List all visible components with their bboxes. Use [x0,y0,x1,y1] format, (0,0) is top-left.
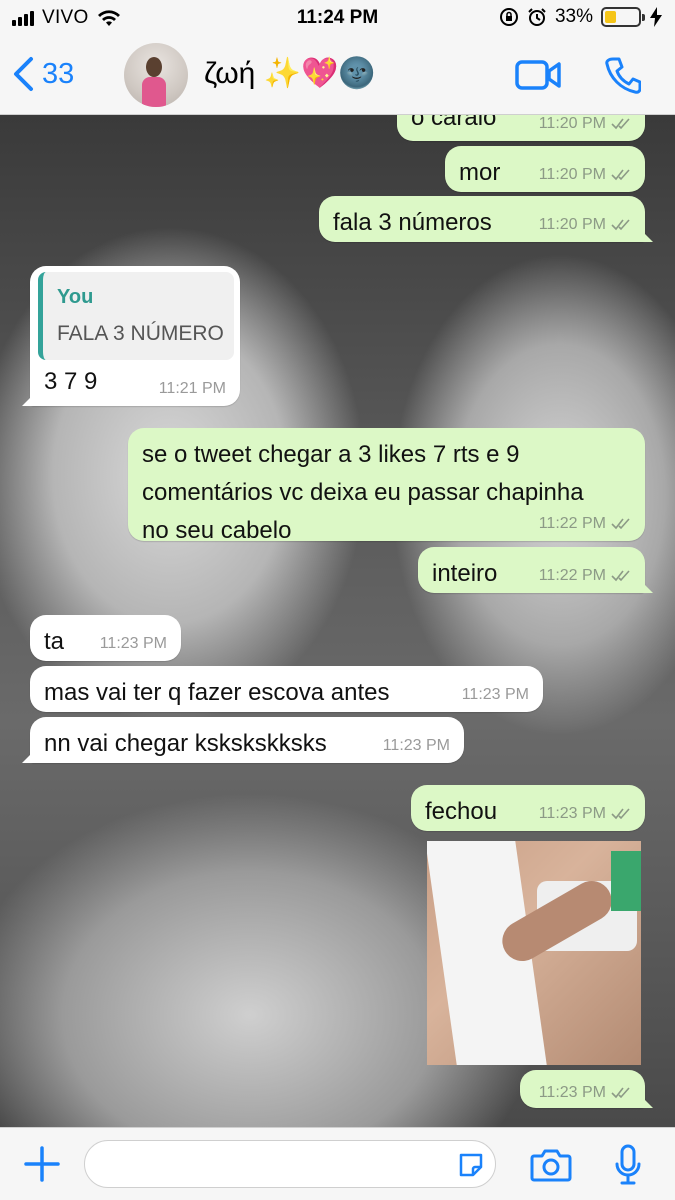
message-text: fala 3 números [333,209,492,236]
back-chevron-icon [14,57,33,91]
back-button[interactable]: 33 [12,56,74,92]
message-line: se o tweet chegar a 3 likes 7 rts e 9 [142,441,520,468]
message-time: 11:22 PM [538,567,606,584]
unread-count: 33 [42,57,75,90]
rotation-lock-icon [499,8,518,26]
message-bubble[interactable]: nn vai chegar kskskskksks 11:23 PM [30,717,464,763]
message-time: 11:20 PM [538,216,606,233]
double-check-icon [611,118,630,130]
quoted-message[interactable]: You FALA 3 NÚMERO [38,272,234,360]
message-text: mor [459,159,501,186]
mic-icon[interactable] [614,1144,642,1186]
message-input-wrapper[interactable] [84,1140,496,1188]
message-line: comentários vc deixa eu passar chapinha [142,479,584,506]
message-bubble[interactable]: mor 11:20 PM [445,146,645,192]
message-bubble[interactable]: fechou 11:23 PM [411,785,645,831]
message-time: 11:20 PM [538,115,606,132]
alarm-icon [528,8,546,26]
message-text: se o tweet chegar a 3 likes 7 rts e 9 co… [142,436,584,550]
double-check-icon [611,219,630,231]
message-bubble[interactable]: fala 3 números 11:20 PM [319,196,645,242]
double-check-icon [611,570,630,582]
message-text: fechou [425,798,498,825]
quote-author: You [57,286,94,308]
battery-percent: 33% [554,6,593,27]
photo-message[interactable] [427,841,641,1065]
message-text: 3 7 9 [44,368,98,395]
message-time: 11:23 PM [461,686,529,703]
video-call-icon[interactable] [515,59,561,91]
message-time: 11:23 PM [382,737,450,754]
message-text: nn vai chegar kskskskksks [44,730,327,757]
message-bubble[interactable]: inteiro 11:22 PM [418,547,645,593]
double-check-icon [611,169,630,181]
message-line: no seu cabelo [142,517,292,544]
message-bubble[interactable]: se o tweet chegar a 3 likes 7 rts e 9 co… [128,428,645,544]
message-input[interactable] [103,1141,443,1187]
message-time: 11:20 PM [538,166,606,183]
double-check-icon [611,1087,630,1099]
message-bubble[interactable]: You FALA 3 NÚMERO 3 7 9 11:21 PM [30,266,240,406]
message-time: 11:23 PM [538,805,606,822]
message-bubble[interactable]: o caralo 11:20 PM [397,115,645,141]
charging-icon [650,7,662,27]
chat-area[interactable]: o caralo 11:20 PM mor 11:20 PM fala 3 nú… [0,115,675,1127]
status-right: 33% [499,6,663,28]
sticker-icon[interactable] [457,1151,485,1179]
plus-icon[interactable] [24,1146,60,1182]
message-time: 11:23 PM [538,1084,606,1101]
message-time: 11:22 PM [538,515,606,532]
message-bubble[interactable]: ta 11:23 PM [30,615,181,661]
double-check-icon [611,808,630,820]
message-bubble[interactable]: 11:23 PM [520,1070,645,1108]
message-text: inteiro [432,560,498,587]
message-bubble[interactable]: mas vai ter q fazer escova antes 11:23 P… [30,666,543,712]
message-time: 11:21 PM [158,380,226,397]
status-bar: VIVO 11:24 PM 33% [0,0,675,36]
avatar[interactable] [124,43,188,107]
battery-icon [601,7,645,27]
message-text: mas vai ter q fazer escova antes [44,679,390,706]
camera-icon[interactable] [530,1148,572,1182]
double-check-icon [611,518,630,530]
contact-name[interactable]: ζωή ✨💖🌚 [204,56,376,91]
quote-text: FALA 3 NÚMERO [57,322,224,345]
message-text: ta [44,628,65,655]
chat-header: 33 ζωή ✨💖🌚 [0,36,675,115]
phone-icon[interactable] [605,56,641,94]
message-time: 11:23 PM [99,635,167,652]
composer-bar [0,1127,675,1200]
message-text: o caralo [411,115,497,131]
